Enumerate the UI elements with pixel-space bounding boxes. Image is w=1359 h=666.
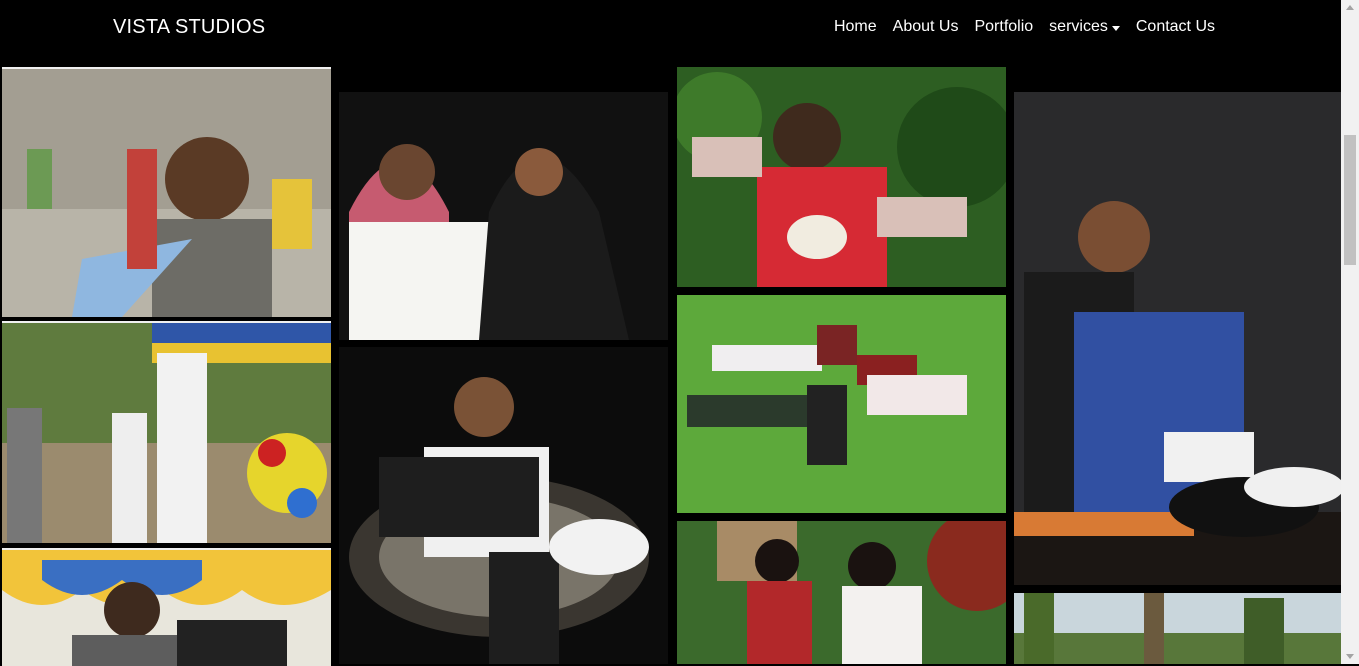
nav-portfolio-link[interactable]: Portfolio (974, 18, 1033, 36)
nav-contact-link[interactable]: Contact Us (1136, 18, 1215, 36)
nav-home-link[interactable]: Home (834, 18, 877, 36)
top-navbar: VISTA STUDIOS Home About Us Portfolio se… (0, 0, 1341, 56)
nav-services-dropdown[interactable]: services (1049, 18, 1120, 36)
scroll-up-arrow-icon[interactable] (1346, 5, 1354, 10)
page-scrollbar[interactable] (1341, 0, 1359, 664)
nav-contact-label: Contact Us (1135, 18, 1215, 35)
gallery-photo[interactable] (677, 521, 1006, 664)
caret-down-icon (1111, 25, 1120, 31)
gallery-photo[interactable] (339, 92, 668, 340)
scrollbar-thumb[interactable] (1344, 135, 1356, 265)
nav-about-link[interactable]: About Us (893, 18, 959, 36)
nav-links: Home About Us Portfolio services Contact… (834, 18, 1215, 36)
gallery-photo[interactable] (677, 295, 1006, 513)
nav-portfolio-label: Portfolio (974, 18, 1034, 35)
gallery-photo[interactable] (2, 321, 331, 543)
brand-logo[interactable]: VISTA STUDIOS (113, 16, 265, 39)
gallery-photo[interactable] (1014, 593, 1341, 664)
gallery-photo[interactable] (677, 67, 1006, 287)
nav-home-label: Home (833, 18, 877, 35)
nav-services-label: services (1049, 18, 1108, 35)
nav-about-label: About Us (892, 18, 959, 35)
gallery-photo[interactable] (339, 347, 668, 664)
gallery-photo[interactable] (2, 548, 331, 666)
gallery-photo[interactable] (2, 67, 331, 317)
gallery-photo[interactable] (1014, 92, 1341, 585)
scroll-down-arrow-icon[interactable] (1346, 654, 1354, 659)
